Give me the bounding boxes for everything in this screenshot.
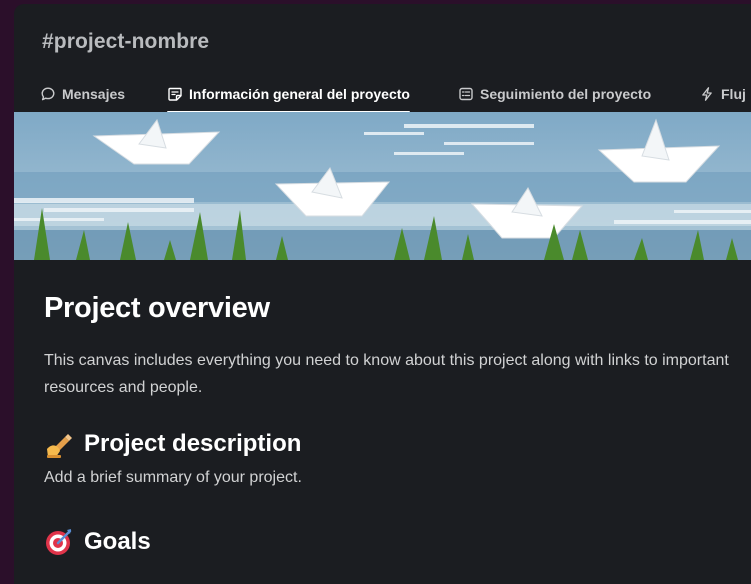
tab-workflows-label: Fluj [721, 86, 746, 102]
section-heading-description-label: Project description [84, 430, 302, 457]
target-icon [44, 527, 74, 557]
tab-project-tracking-label: Seguimiento del proyecto [480, 86, 652, 102]
canvas-content: Project overview This canvas includes ev… [44, 274, 744, 557]
tab-messages[interactable]: Mensajes [40, 76, 125, 112]
canvas-intro: This canvas includes everything you need… [44, 352, 729, 396]
channel-tabs: Mensajes Información general del proyect… [14, 76, 751, 113]
section-heading-goals-label: Goals [84, 528, 151, 555]
section-heading-goals: Goals [44, 527, 744, 557]
writing-hand-icon [44, 429, 74, 459]
tab-messages-label: Mensajes [62, 86, 126, 102]
canvas-icon [167, 86, 183, 102]
channel-name[interactable]: #project-nombre [42, 30, 209, 54]
chat-bubble-icon [40, 86, 56, 102]
page-title: Project overview [44, 292, 270, 324]
canvas-banner-image [14, 112, 751, 260]
canvas-window: #project-nombre Mensajes Información gen… [14, 4, 751, 584]
tab-workflows[interactable]: Fluj [699, 76, 746, 112]
section-body-description: Add a brief summary of your project. [44, 469, 302, 486]
list-icon [458, 86, 474, 102]
tab-project-tracking[interactable]: Seguimiento del proyecto [458, 76, 651, 112]
tab-project-overview-label: Información general del proyecto [189, 86, 410, 102]
lightning-icon [699, 86, 715, 102]
tab-project-overview[interactable]: Información general del proyecto [167, 76, 410, 113]
section-heading-description: Project description [44, 429, 744, 459]
